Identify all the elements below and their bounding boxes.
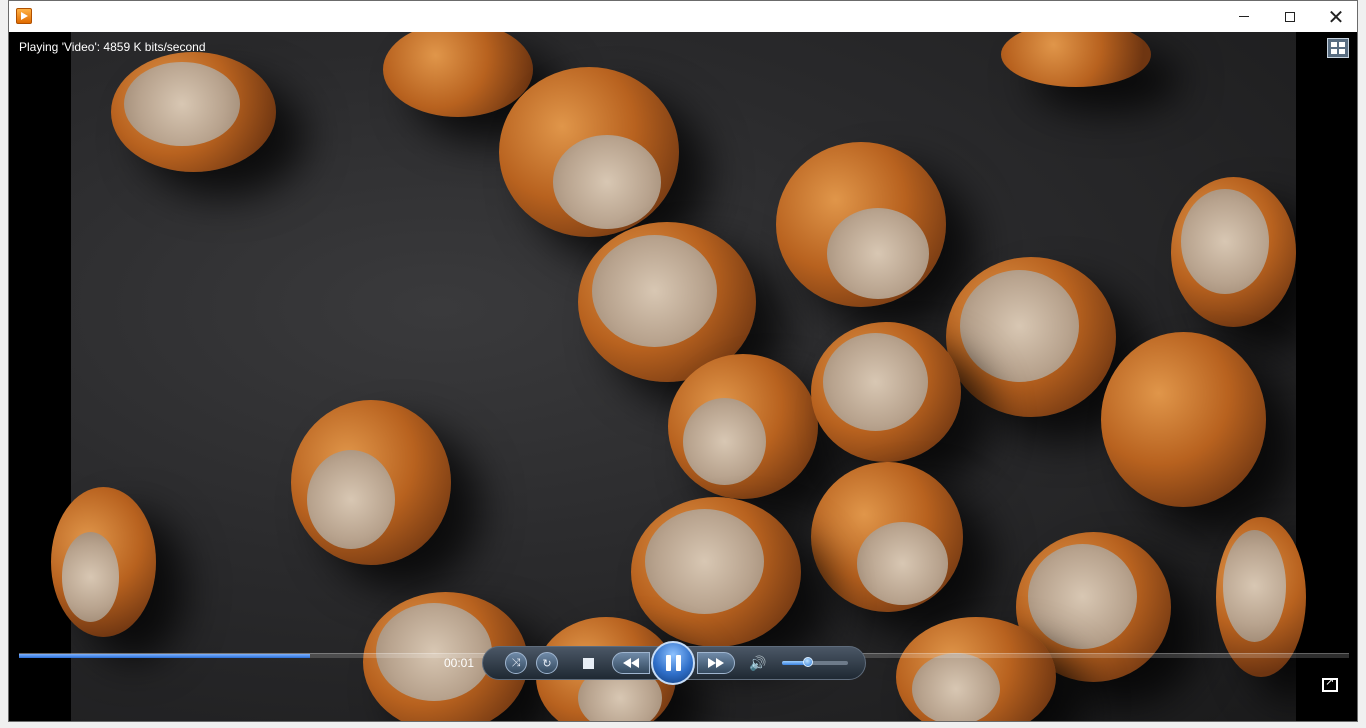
switch-to-library-button[interactable] [1327,38,1349,58]
fullscreen-button[interactable] [1322,675,1338,692]
maximize-button[interactable] [1267,1,1313,32]
video-hazelnut [111,52,276,172]
video-hazelnut [631,497,801,647]
mute-button[interactable]: 🔊 [748,653,768,673]
pause-button[interactable] [651,641,695,685]
stop-icon [582,657,594,669]
repeat-icon: ↻ [542,657,552,670]
video-frame [51,32,1306,721]
shuffle-button[interactable]: ⤨ [505,652,527,674]
video-hazelnut [811,462,963,612]
speaker-icon: 🔊 [749,654,767,671]
video-hazelnut [499,67,679,237]
maximize-icon [1285,11,1295,22]
previous-button[interactable] [612,652,650,674]
media-player-window: ✕ Playing 'Video': 4859 K bits/second [8,0,1358,722]
video-hazelnut [668,354,818,499]
shuffle-icon: ⤨ [511,656,521,669]
video-hazelnut [811,322,961,462]
video-hazelnut [1171,177,1296,327]
elapsed-time: 00:01 [444,656,475,670]
seek-bar-progress [19,654,311,658]
volume-slider[interactable] [782,657,848,667]
video-hazelnut [776,142,946,307]
close-button[interactable]: ✕ [1313,1,1359,32]
video-hazelnut [1001,32,1151,87]
stop-button[interactable] [578,653,598,673]
desktop-background-left [0,0,8,728]
minimize-button[interactable] [1221,1,1267,32]
video-hazelnut [946,257,1116,417]
windows-media-player-icon[interactable] [16,8,32,24]
next-button[interactable] [697,652,735,674]
repeat-button[interactable]: ↻ [536,652,558,674]
desktop-background-right [1358,0,1366,728]
video-hazelnut [291,400,451,565]
volume-thumb[interactable] [802,657,813,667]
minimize-icon [1239,16,1249,17]
previous-icon [623,658,639,668]
video-area[interactable]: Playing 'Video': 4859 K bits/second [9,32,1357,721]
playback-status-text: Playing 'Video': 4859 K bits/second [19,40,206,54]
video-hazelnut [51,487,156,637]
next-icon [708,658,724,668]
close-icon: ✕ [1327,4,1345,29]
pause-icon [665,655,681,671]
title-bar[interactable]: ✕ [9,1,1357,32]
video-hazelnut [1101,332,1266,507]
video-hazelnut [383,32,533,117]
switch-to-library-icon [1331,42,1337,47]
